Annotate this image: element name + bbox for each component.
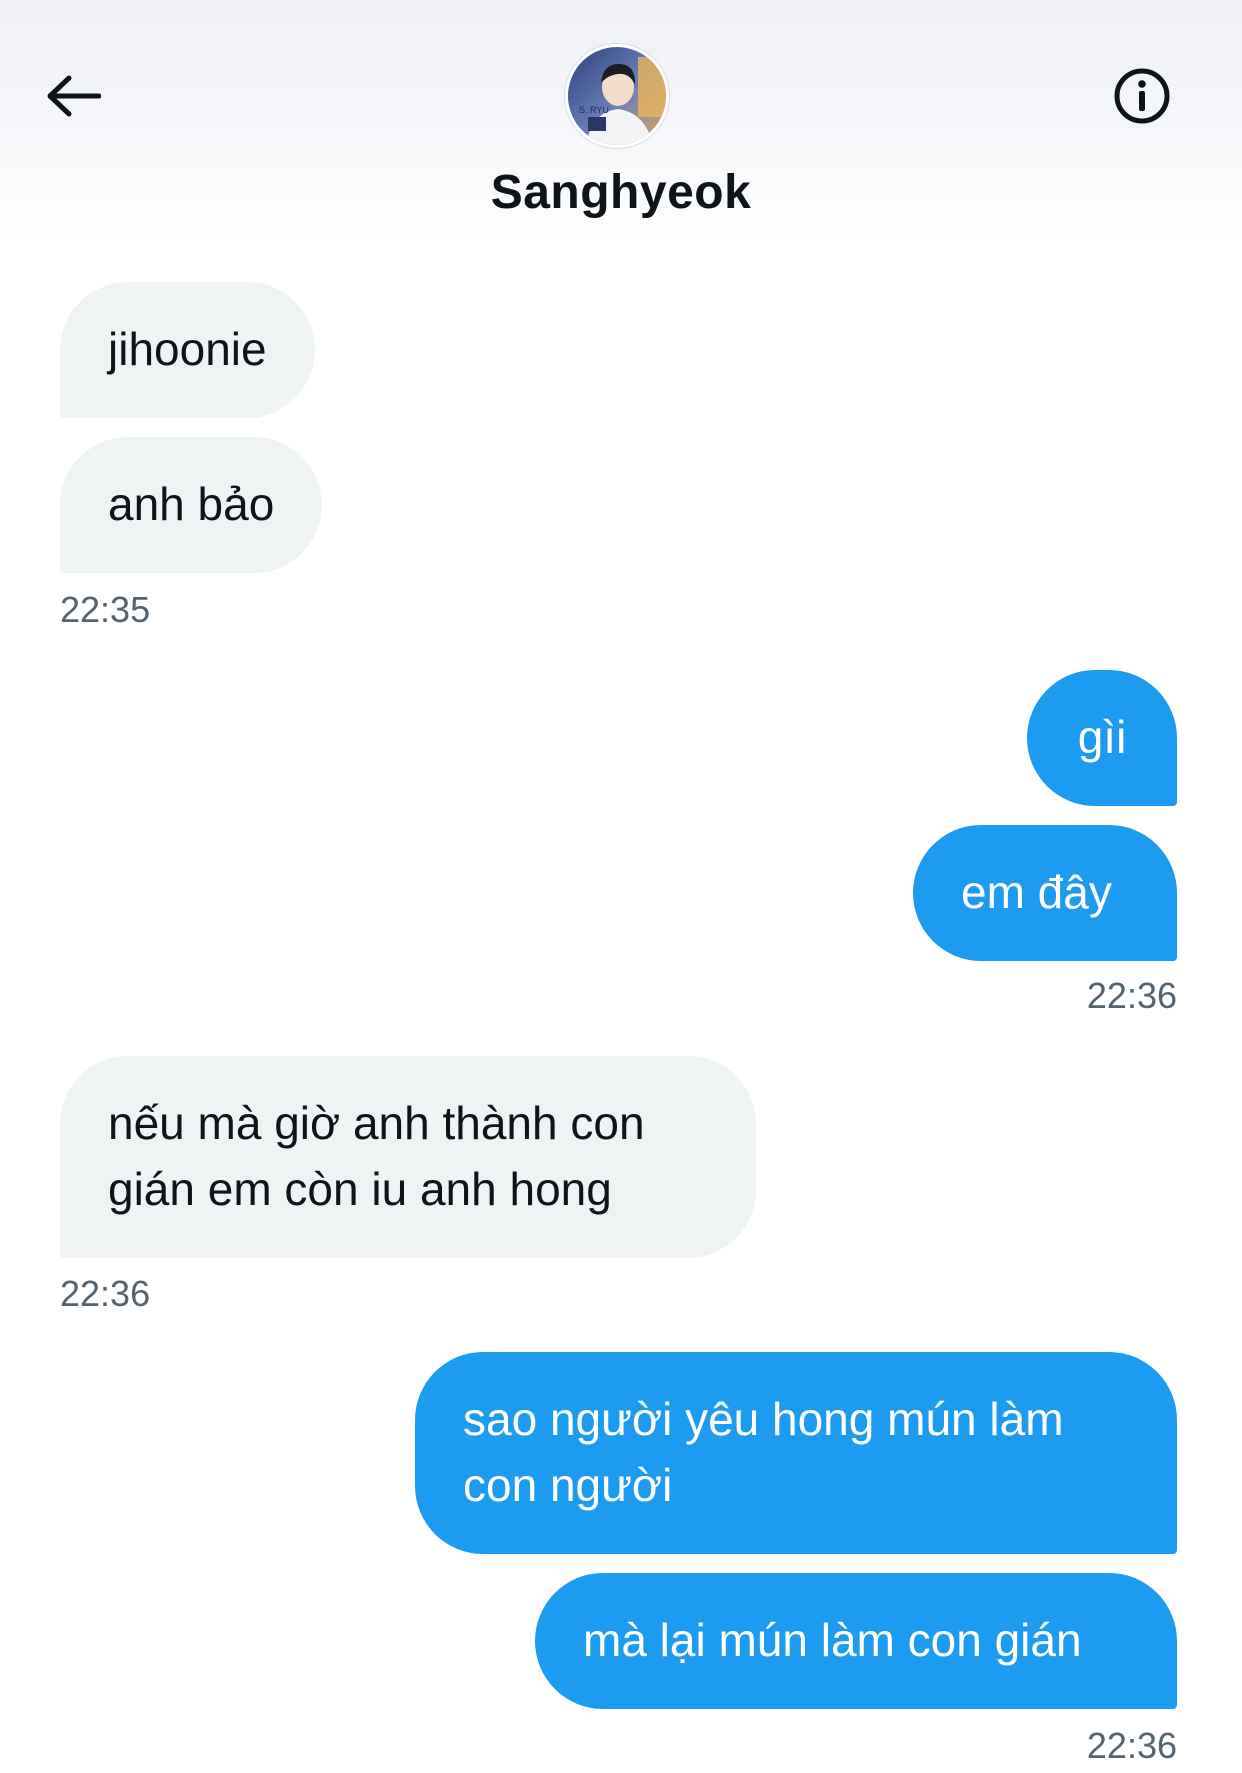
message-bubble-incoming[interactable]: nếu mà giờ anh thành con gián em còn iu … [60, 1056, 756, 1258]
timestamp: 22:36 [1086, 1725, 1177, 1766]
timestamp: 22:36 [60, 1273, 151, 1314]
arrow-left-icon [47, 75, 101, 117]
timestamp: 22:36 [1086, 975, 1177, 1016]
back-button[interactable] [38, 66, 108, 126]
message-bubble-outgoing[interactable]: mà lại mún làm con gián [535, 1573, 1177, 1709]
message-bubble-outgoing[interactable]: gìi [1027, 670, 1177, 806]
timestamp: 22:35 [60, 589, 151, 630]
info-button[interactable] [1108, 62, 1176, 130]
message-bubble-incoming[interactable]: jihoonie [60, 282, 315, 418]
avatar-text: S. RYU [579, 105, 609, 115]
page-title: Sanghyeok [490, 166, 752, 219]
message-bubble-outgoing[interactable]: em đây [913, 825, 1177, 961]
message-bubble-outgoing[interactable]: sao người yêu hong mún làm con người [415, 1352, 1177, 1554]
message-bubble-incoming[interactable]: anh bảo [60, 437, 323, 573]
avatar[interactable]: S. RYU [565, 44, 669, 148]
info-circle-icon [1114, 68, 1170, 124]
